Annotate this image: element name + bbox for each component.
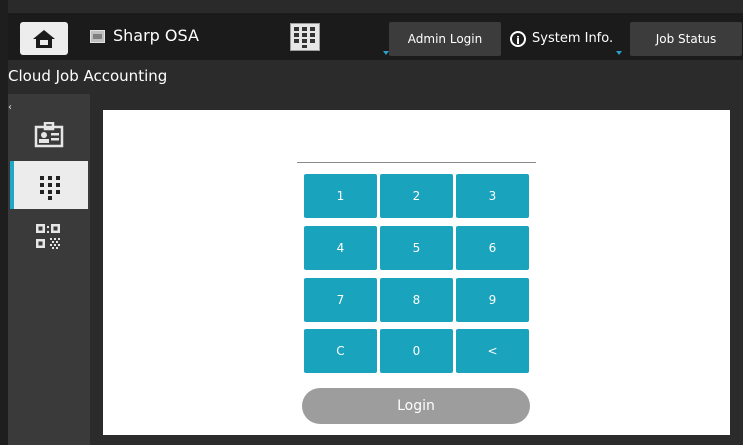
- home-icon: [33, 30, 55, 48]
- admin-login-button[interactable]: Admin Login: [389, 22, 501, 56]
- key-6[interactable]: 6: [456, 226, 529, 270]
- key-8[interactable]: 8: [380, 278, 453, 322]
- key-backspace[interactable]: <: [456, 329, 529, 373]
- login-button[interactable]: Login: [302, 388, 530, 424]
- job-status-button[interactable]: Job Status: [630, 22, 742, 56]
- system-info-dropdown-icon: [616, 51, 622, 55]
- keyboard-icon[interactable]: [290, 23, 320, 51]
- key-2[interactable]: 2: [380, 174, 453, 218]
- key-0[interactable]: 0: [380, 329, 453, 373]
- info-icon: i: [510, 30, 526, 47]
- key-clear[interactable]: C: [304, 329, 377, 373]
- key-7[interactable]: 7: [304, 278, 377, 322]
- home-button[interactable]: [20, 22, 68, 55]
- system-info-button[interactable]: i System Info.: [510, 22, 613, 56]
- system-info-label: System Info.: [532, 31, 614, 46]
- section-title: Cloud Job Accounting: [8, 67, 168, 85]
- app-title: Sharp OSA: [113, 26, 199, 45]
- keypad-icon: [40, 176, 60, 200]
- key-5[interactable]: 5: [380, 226, 453, 270]
- id-card-icon: [34, 122, 64, 148]
- app-icon: [90, 30, 105, 43]
- key-4[interactable]: 4: [304, 226, 377, 270]
- frame-left-edge: [0, 0, 8, 445]
- qr-code-icon: [36, 224, 60, 249]
- key-3[interactable]: 3: [456, 174, 529, 218]
- key-9[interactable]: 9: [456, 278, 529, 322]
- sidebar-item-id-card[interactable]: [10, 110, 88, 158]
- content-panel: [103, 110, 730, 435]
- pin-input-field[interactable]: [297, 162, 536, 163]
- sidebar-item-keypad[interactable]: [10, 161, 88, 209]
- sidebar-item-qr-code[interactable]: [10, 210, 88, 258]
- section-bar: Cloud Job Accounting: [8, 60, 743, 94]
- top-bar: Sharp OSA Admin Login i System Info. Job …: [8, 13, 743, 60]
- key-1[interactable]: 1: [304, 174, 377, 218]
- window-top-strip: [0, 0, 743, 13]
